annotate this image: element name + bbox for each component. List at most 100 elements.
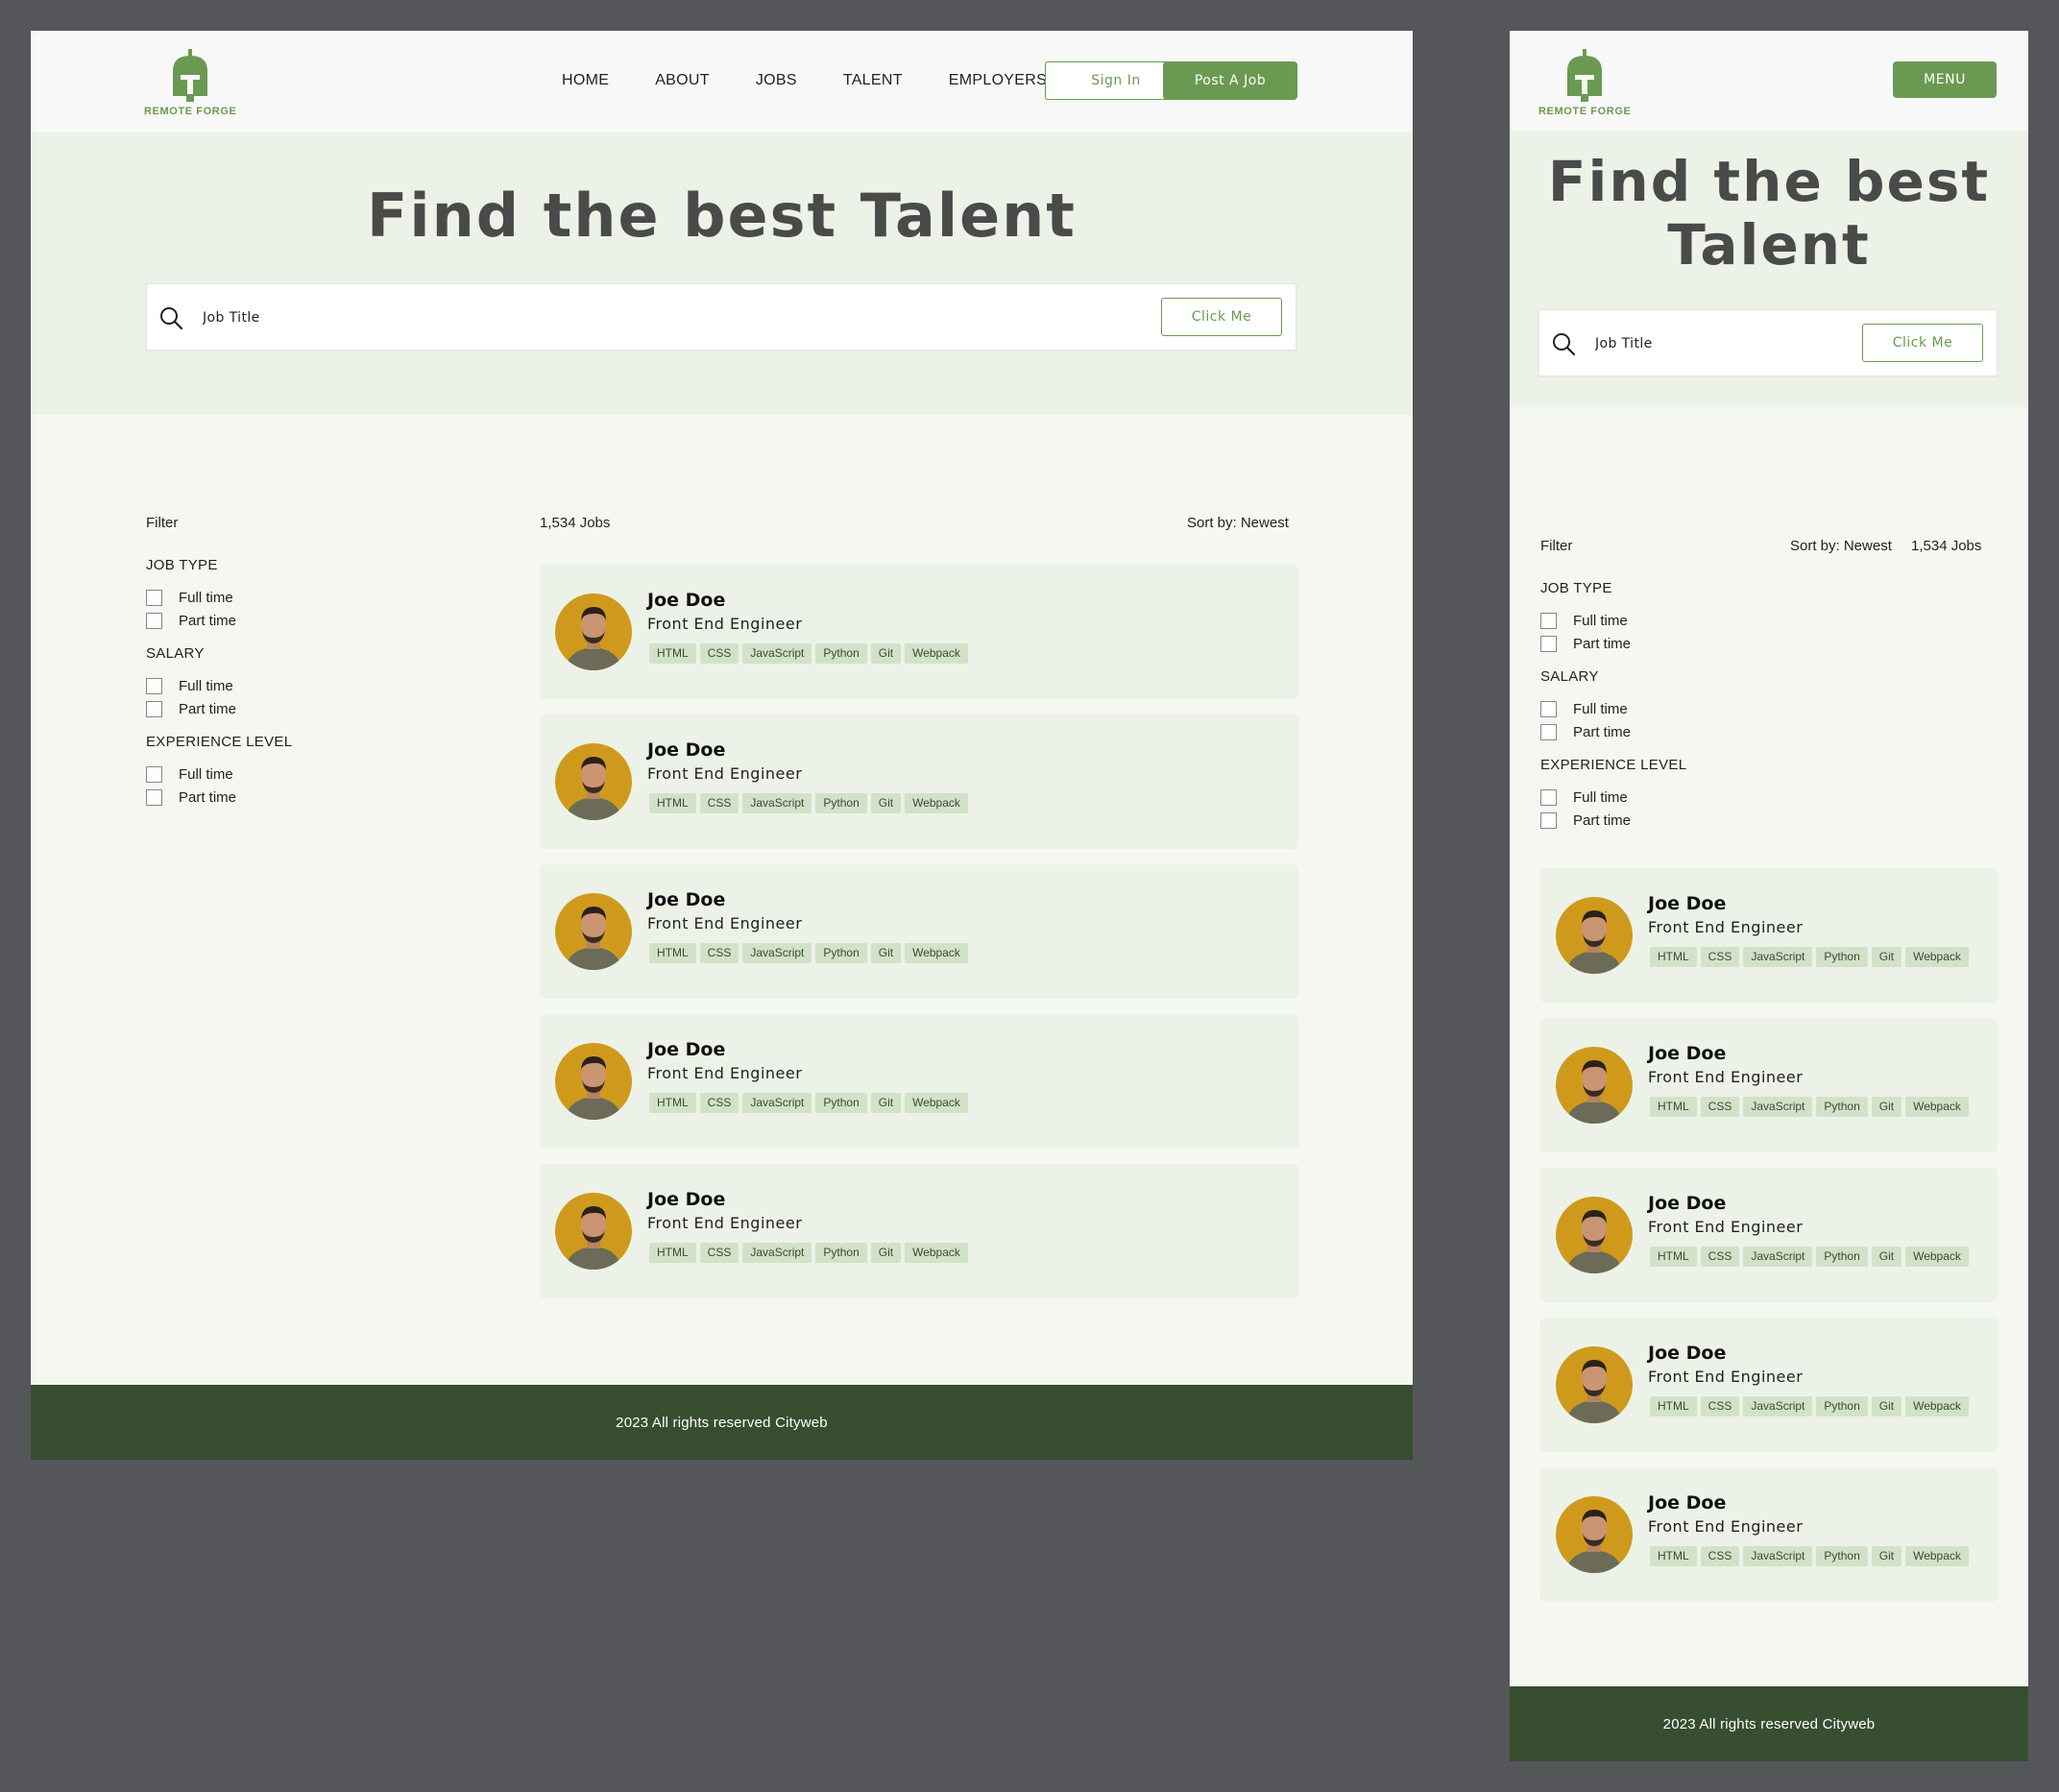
filter-option[interactable]: Part time (1540, 632, 1686, 655)
avatar (1556, 1496, 1633, 1573)
skill-tag: Python (815, 1093, 867, 1113)
search-button[interactable]: Click Me (1161, 298, 1282, 336)
skill-tag: HTML (1650, 1097, 1697, 1117)
skill-tag: Git (870, 643, 902, 664)
talent-card[interactable]: Joe Doe Front End Engineer HTML CSS JavaSc… (1540, 1168, 1998, 1302)
search-input[interactable] (1595, 327, 1845, 360)
skill-tag: CSS (1700, 1546, 1740, 1566)
skill-tag: HTML (649, 1093, 696, 1113)
filter-group-job-type: JOB TYPE Full time Part time (146, 557, 292, 632)
filter-option[interactable]: Part time (1540, 720, 1686, 743)
talent-card[interactable]: Joe Doe Front End Engineer HTML CSS JavaSc… (540, 864, 1298, 999)
checkbox[interactable] (1540, 700, 1557, 717)
filter-option[interactable]: Full time (1540, 786, 1686, 809)
talent-name[interactable]: Joe Doe (647, 1039, 725, 1060)
checkbox[interactable] (146, 788, 162, 806)
hero-title: Find the best Talent (1547, 149, 1991, 278)
talent-name[interactable]: Joe Doe (647, 739, 725, 761)
filter-option[interactable]: Full time (146, 763, 292, 786)
filter-group-title: EXPERIENCE LEVEL (146, 734, 293, 750)
filter-group-title: SALARY (146, 645, 205, 662)
checkbox[interactable] (1540, 612, 1557, 629)
skill-tag: JavaScript (1743, 1546, 1813, 1566)
talent-name[interactable]: Joe Doe (1648, 1343, 1726, 1364)
filter-option[interactable]: Part time (146, 697, 292, 720)
skill-tag: HTML (1650, 1247, 1697, 1267)
checkbox[interactable] (146, 700, 162, 717)
hero-section: Find the best Talent Click Me (1510, 131, 2028, 407)
search-button[interactable]: Click Me (1862, 324, 1983, 362)
nav-employers[interactable]: EMPLOYERS (949, 72, 1047, 89)
nav-talent[interactable]: TALENT (843, 72, 903, 89)
avatar (555, 1043, 632, 1120)
talent-card[interactable]: Joe Doe Front End Engineer HTML CSS JavaSc… (540, 714, 1298, 849)
checkbox[interactable] (1540, 788, 1557, 806)
talent-card[interactable]: Joe Doe Front End Engineer HTML CSS JavaSc… (1540, 1318, 1998, 1452)
talent-name[interactable]: Joe Doe (647, 1189, 725, 1210)
checkbox[interactable] (146, 612, 162, 629)
talent-role: Front End Engineer (647, 1064, 803, 1082)
filter-option[interactable]: Full time (146, 674, 292, 697)
search-input[interactable] (203, 302, 1067, 334)
site-footer: 2023 All rights reserved Cityweb (1510, 1686, 2028, 1761)
talent-name[interactable]: Joe Doe (1648, 1193, 1726, 1214)
skill-tag: HTML (1650, 1396, 1697, 1417)
skill-tag: Webpack (1905, 1396, 1969, 1417)
talent-name[interactable]: Joe Doe (1648, 893, 1726, 914)
filter-option[interactable]: Part time (1540, 809, 1686, 832)
logo[interactable]: REMOTE FORGE (1538, 48, 1631, 117)
skill-tag: JavaScript (742, 793, 812, 813)
sort-dropdown[interactable]: Sort by: Newest (1187, 515, 1289, 531)
skill-tags: HTML CSS JavaScript Python Git Webpack (1650, 1097, 1969, 1117)
skill-tag: Git (1871, 1546, 1902, 1566)
skill-tag: Python (815, 1243, 867, 1263)
talent-card[interactable]: Joe Doe Front End Engineer HTML CSS JavaSc… (540, 565, 1298, 699)
talent-name[interactable]: Joe Doe (647, 889, 725, 910)
skill-tags: HTML CSS JavaScript Python Git Webpack (1650, 947, 1969, 967)
skill-tag: Git (1871, 1396, 1902, 1417)
skill-tag: JavaScript (742, 643, 812, 664)
filter-group-experience: EXPERIENCE LEVEL Full time Part time (146, 734, 292, 809)
talent-name[interactable]: Joe Doe (647, 590, 725, 611)
skill-tag: Python (815, 793, 867, 813)
filter-option[interactable]: Full time (1540, 697, 1686, 720)
post-job-button[interactable]: Post A Job (1163, 61, 1297, 100)
talent-card[interactable]: Joe Doe Front End Engineer HTML CSS JavaSc… (540, 1014, 1298, 1149)
nav-jobs[interactable]: JOBS (756, 72, 797, 89)
search-bar: Click Me (1538, 309, 1998, 376)
checkbox[interactable] (1540, 811, 1557, 829)
checkbox[interactable] (146, 765, 162, 783)
avatar (555, 893, 632, 970)
skill-tag: CSS (699, 643, 739, 664)
avatar (1556, 1346, 1633, 1423)
filter-group-experience: EXPERIENCE LEVEL Full time Part time (1540, 757, 1686, 832)
skill-tag: Python (1816, 1097, 1868, 1117)
filter-option[interactable]: Part time (146, 786, 292, 809)
talent-role: Front End Engineer (647, 615, 803, 633)
checkbox[interactable] (1540, 723, 1557, 740)
talent-role: Front End Engineer (1648, 918, 1804, 936)
filter-option[interactable]: Full time (146, 586, 292, 609)
talent-card[interactable]: Joe Doe Front End Engineer HTML CSS JavaSc… (540, 1164, 1298, 1298)
filter-option[interactable]: Part time (146, 609, 292, 632)
talent-card[interactable]: Joe Doe Front End Engineer HTML CSS JavaSc… (1540, 1467, 1998, 1602)
logo[interactable]: REMOTE FORGE (144, 48, 236, 117)
talent-card[interactable]: Joe Doe Front End Engineer HTML CSS JavaSc… (1540, 1018, 1998, 1152)
avatar (555, 1193, 632, 1270)
sort-dropdown[interactable]: Sort by: Newest (1790, 538, 1892, 554)
filter-option[interactable]: Full time (1540, 609, 1686, 632)
skill-tag: Python (1816, 1546, 1868, 1566)
menu-button[interactable]: MENU (1893, 61, 1997, 98)
checkbox[interactable] (146, 677, 162, 694)
nav-about[interactable]: ABOUT (655, 72, 710, 89)
checkbox[interactable] (1540, 635, 1557, 652)
talent-card[interactable]: Joe Doe Front End Engineer HTML CSS JavaSc… (1540, 868, 1998, 1003)
talent-name[interactable]: Joe Doe (1648, 1043, 1726, 1064)
logo-text: REMOTE FORGE (144, 106, 237, 117)
skill-tag: CSS (1700, 947, 1740, 967)
checkbox[interactable] (146, 589, 162, 606)
talent-name[interactable]: Joe Doe (1648, 1492, 1726, 1514)
nav-home[interactable]: HOME (562, 72, 609, 89)
talent-role: Front End Engineer (647, 1214, 803, 1232)
avatar (1556, 897, 1633, 974)
